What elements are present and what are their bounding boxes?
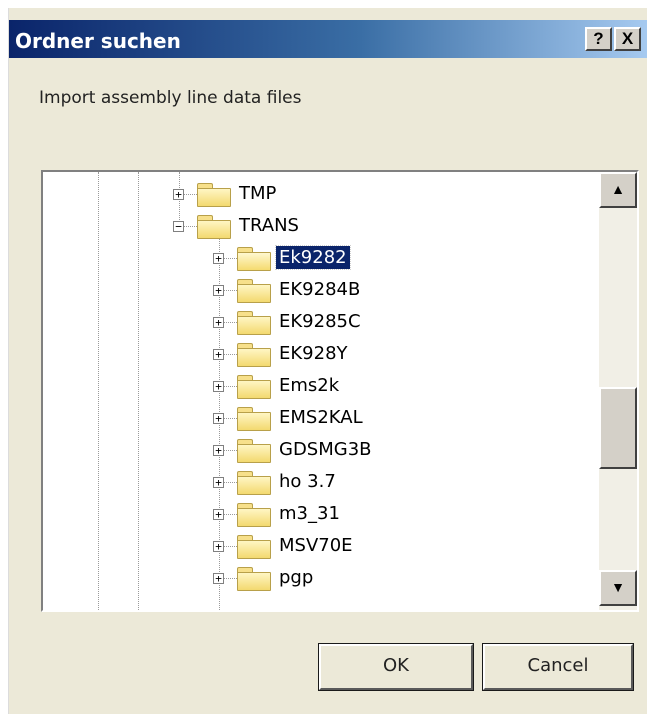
tree-item-label[interactable]: EMS2KAL — [276, 406, 366, 429]
tree-item-label[interactable]: MSV70E — [276, 534, 356, 557]
tree-item-label[interactable]: TRANS — [236, 214, 302, 237]
tree-item[interactable]: + GDSMG3B — [43, 436, 599, 466]
tree-item-label[interactable]: GDSMG3B — [276, 438, 375, 461]
expand-icon[interactable]: + — [213, 253, 224, 264]
scroll-down-button[interactable]: ▼ — [599, 570, 637, 606]
tree-item-label[interactable]: Ek9282 — [275, 245, 351, 270]
tree-item[interactable]: + EK928Y — [43, 340, 599, 370]
tree-item-label[interactable]: m3_31 — [276, 502, 343, 525]
folder-icon — [197, 215, 231, 239]
window-title: Ordner suchen — [15, 29, 181, 53]
vertical-scrollbar[interactable]: ▲ ▼ — [599, 172, 637, 610]
folder-icon — [237, 471, 271, 495]
expand-icon[interactable]: + — [213, 573, 224, 584]
tree-item-label[interactable]: EK9285C — [276, 310, 364, 333]
expand-icon[interactable]: + — [213, 285, 224, 296]
folder-icon — [237, 503, 271, 527]
folder-tree-viewport: + TMP − TRANS + Ek9282 + EK9284B + EK9285C + EK928Y… — [43, 172, 599, 610]
folder-icon — [237, 343, 271, 367]
expand-icon[interactable]: + — [213, 477, 224, 488]
expand-icon[interactable]: + — [213, 541, 224, 552]
expand-icon[interactable]: + — [213, 349, 224, 360]
scroll-thumb[interactable] — [599, 387, 637, 469]
tree-item[interactable]: + TMP — [43, 180, 599, 210]
tree-item-label[interactable]: TMP — [236, 182, 279, 205]
tree-item-label[interactable]: pgp — [276, 566, 316, 589]
dialog-description: Import assembly line data files — [39, 88, 302, 108]
cancel-button[interactable]: Cancel — [482, 643, 634, 691]
tree-item[interactable]: + EMS2KAL — [43, 404, 599, 434]
help-button[interactable]: ? — [585, 27, 612, 51]
folder-icon — [237, 407, 271, 431]
tree-item[interactable]: + Ems2k — [43, 372, 599, 402]
expand-icon[interactable]: + — [213, 413, 224, 424]
tree-item-label[interactable]: Ems2k — [276, 374, 342, 397]
tree-item-label[interactable]: EK928Y — [276, 342, 351, 365]
tree-item[interactable]: + EK9285C — [43, 308, 599, 338]
expand-icon[interactable]: + — [213, 445, 224, 456]
collapse-icon[interactable]: − — [173, 221, 184, 232]
scroll-up-button[interactable]: ▲ — [599, 172, 637, 208]
browse-folder-dialog: Ordner suchen ? X Import assembly line d… — [8, 8, 647, 714]
folder-icon — [197, 183, 231, 207]
expand-icon[interactable]: + — [213, 317, 224, 328]
folder-icon — [237, 439, 271, 463]
expand-icon[interactable]: + — [213, 381, 224, 392]
tree-item[interactable]: + m3_31 — [43, 500, 599, 530]
folder-icon — [237, 567, 271, 591]
close-button[interactable]: X — [614, 27, 641, 51]
folder-open-icon — [237, 247, 271, 271]
tree-item-label[interactable]: EK9284B — [276, 278, 363, 301]
tree-item-label[interactable]: ho 3.7 — [276, 470, 339, 493]
tree-item[interactable]: − TRANS — [43, 212, 599, 242]
tree-item[interactable]: + EK9284B — [43, 276, 599, 306]
folder-icon — [237, 279, 271, 303]
folder-icon — [237, 535, 271, 559]
ok-button[interactable]: OK — [318, 643, 474, 691]
tree-item[interactable]: + MSV70E — [43, 532, 599, 562]
folder-tree[interactable]: + TMP − TRANS + Ek9282 + EK9284B + EK9285C + EK928Y… — [41, 170, 639, 612]
title-bar[interactable]: Ordner suchen ? X — [9, 20, 647, 58]
folder-icon — [237, 311, 271, 335]
expand-icon[interactable]: + — [213, 509, 224, 520]
tree-item[interactable]: + ho 3.7 — [43, 468, 599, 498]
expand-icon[interactable]: + — [173, 189, 184, 200]
folder-icon — [237, 375, 271, 399]
tree-item[interactable]: + pgp — [43, 564, 599, 594]
tree-item[interactable]: + Ek9282 — [43, 244, 599, 274]
